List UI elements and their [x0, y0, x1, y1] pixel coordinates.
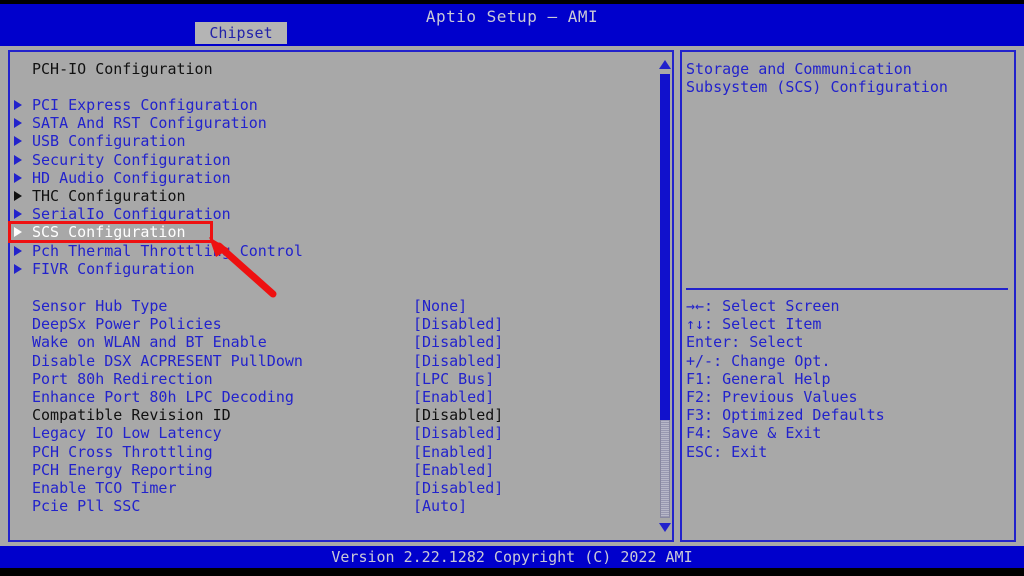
scroll-down-arrow-icon[interactable] [659, 523, 671, 532]
menu-item-label: SCS Configuration [32, 223, 186, 242]
setting-row[interactable]: DeepSx Power Policies [Disabled] [12, 315, 652, 333]
menu-item-label: HD Audio Configuration [32, 168, 231, 187]
triangle-right-icon [14, 100, 22, 110]
triangle-right-icon [14, 245, 22, 256]
menu-item[interactable]: Security Configuration [12, 151, 652, 169]
setting-row[interactable]: Sensor Hub Type [None] [12, 297, 652, 315]
setting-label: Legacy IO Low Latency [32, 424, 222, 443]
setting-row[interactable]: Enable TCO Timer [Disabled] [12, 479, 652, 497]
triangle-right-icon [14, 263, 22, 274]
setting-value[interactable]: [Disabled] [413, 352, 503, 370]
section-title: PCH-IO Configuration [32, 60, 213, 78]
setting-value[interactable]: [None] [413, 297, 467, 315]
key-legend-row: ↑↓: Select Item [686, 315, 822, 334]
key-legend-row: ESC: Exit [686, 442, 768, 461]
key-legend-row: F4: Save & Exit [686, 424, 822, 443]
setting-row[interactable]: PCH Cross Throttling [Enabled] [12, 443, 652, 461]
menu-item-label: USB Configuration [32, 132, 186, 151]
scrollbar-thumb[interactable] [660, 74, 670, 420]
triangle-right-icon [14, 136, 22, 147]
setting-value[interactable]: [Enabled] [413, 443, 494, 461]
menu-item[interactable]: Pch Thermal Throttling Control [12, 242, 652, 260]
version-text: Version 2.22.1282 Copyright (C) 2022 AMI [331, 548, 693, 566]
setting-label: DeepSx Power Policies [32, 315, 222, 334]
menu-list: PCI Express Configuration SATA And RST Co… [12, 96, 652, 278]
setting-label: PCH Energy Reporting [32, 460, 213, 479]
triangle-right-icon [14, 154, 22, 165]
key-legend-row: Enter: Select [686, 333, 804, 352]
right-panel-divider [686, 288, 1008, 290]
key-legend-row: →←: Select Screen [686, 297, 840, 315]
setting-value[interactable]: [Auto] [413, 497, 467, 515]
bios-setup-screen: Aptio Setup – AMI Chipset PCH-IO Configu… [0, 0, 1024, 576]
footer-bar: Version 2.22.1282 Copyright (C) 2022 AMI [0, 546, 1024, 568]
menu-item-label: Security Configuration [32, 150, 231, 169]
setting-label: Enhance Port 80h LPC Decoding [32, 387, 294, 406]
triangle-right-icon [14, 172, 22, 183]
setting-row[interactable]: Port 80h Redirection [LPC Bus] [12, 370, 652, 388]
setting-label: Compatible Revision ID [32, 406, 231, 425]
setting-value[interactable]: [Disabled] [413, 479, 503, 497]
title-bar: Aptio Setup – AMI [0, 4, 1024, 46]
setting-value[interactable]: [Enabled] [413, 388, 494, 406]
scroll-up-arrow-icon[interactable] [659, 60, 671, 69]
menu-item[interactable]: SCS Configuration [12, 223, 652, 241]
setting-row[interactable]: PCH Energy Reporting [Enabled] [12, 461, 652, 479]
setting-value[interactable]: [Enabled] [413, 461, 494, 479]
vertical-scrollbar[interactable] [657, 58, 673, 534]
setting-row[interactable]: Disable DSX ACPRESENT PullDown [Disabled] [12, 352, 652, 370]
setting-value[interactable]: [Disabled] [413, 315, 503, 333]
setting-label: Wake on WLAN and BT Enable [32, 333, 267, 352]
tab-chipset[interactable]: Chipset [195, 22, 287, 44]
setting-value[interactable]: [Disabled] [413, 424, 503, 442]
setting-value[interactable]: [Disabled] [413, 333, 503, 351]
setting-row[interactable]: Enhance Port 80h LPC Decoding [Enabled] [12, 388, 652, 406]
setting-label: Port 80h Redirection [32, 369, 213, 388]
setting-label: Disable DSX ACPRESENT PullDown [32, 351, 303, 370]
setting-value[interactable]: [LPC Bus] [413, 370, 494, 388]
key-legend: →←: Select Screen ↑↓: Select Item Enter: S… [686, 297, 1008, 461]
help-description: Storage and Communication Subsystem (SCS… [686, 60, 948, 97]
menu-item-label: SATA And RST Configuration [32, 114, 267, 133]
menu-item-label: SerialIo Configuration [32, 205, 231, 224]
triangle-right-icon [14, 118, 22, 129]
page-title: Aptio Setup – AMI [425, 7, 599, 26]
key-legend-row: F2: Previous Values [686, 387, 858, 406]
triangle-right-icon [14, 190, 22, 201]
menu-item-label: PCI Express Configuration [32, 96, 258, 114]
setting-label: Sensor Hub Type [32, 297, 168, 315]
key-legend-row: F1: General Help [686, 369, 831, 388]
menu-item[interactable]: THC Configuration [12, 187, 652, 205]
menu-item-label: FIVR Configuration [32, 259, 195, 278]
right-panel [680, 50, 1016, 542]
menu-item[interactable]: SerialIo Configuration [12, 205, 652, 223]
key-legend-row: F3: Optimized Defaults [686, 406, 885, 425]
triangle-right-icon [14, 209, 22, 220]
settings-list: Sensor Hub Type [None] DeepSx Power Polici… [12, 297, 652, 515]
setting-row[interactable]: Pcie Pll SSC [Auto] [12, 497, 652, 515]
menu-item[interactable]: HD Audio Configuration [12, 169, 652, 187]
menu-item-label: THC Configuration [32, 186, 186, 205]
menu-item[interactable]: FIVR Configuration [12, 260, 652, 278]
triangle-right-icon [14, 227, 22, 238]
menu-item-label: Pch Thermal Throttling Control [32, 241, 303, 260]
menu-item[interactable]: SATA And RST Configuration [12, 114, 652, 132]
setting-label: Pcie Pll SSC [32, 497, 141, 516]
setting-row[interactable]: Wake on WLAN and BT Enable [Disabled] [12, 333, 652, 351]
key-legend-row: +/-: Change Opt. [686, 351, 831, 370]
setting-value[interactable]: [Disabled] [413, 406, 503, 424]
setting-label: Enable TCO Timer [32, 478, 177, 497]
setting-row[interactable]: Compatible Revision ID [Disabled] [12, 406, 652, 424]
setting-label: PCH Cross Throttling [32, 442, 213, 461]
menu-item[interactable]: USB Configuration [12, 132, 652, 150]
setting-row[interactable]: Legacy IO Low Latency [Disabled] [12, 424, 652, 442]
menu-item[interactable]: PCI Express Configuration [12, 96, 652, 114]
